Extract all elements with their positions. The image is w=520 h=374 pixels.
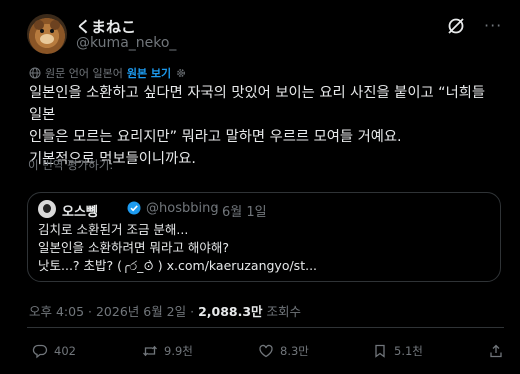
reply-button[interactable]: 402 [32, 343, 76, 359]
bookmark-count: 5.1천 [394, 344, 423, 358]
retweet-icon [143, 345, 157, 357]
quoted-line: 김치로 소환된거 조금 분해... [38, 222, 189, 237]
bookmark-button[interactable]: 5.1천 [372, 343, 423, 359]
rate-translation-link[interactable]: 이 번역 평가하기: [28, 157, 113, 173]
tweet-line: 인들은 모르는 요리지만” 뭐라고 말하면 우르르 모여들 거예요. [29, 129, 402, 145]
like-button[interactable]: 8.3만 [258, 343, 309, 359]
quoted-line: 일본인을 소환하려면 뭐라고 해야해? [38, 240, 230, 255]
tweet-line: 일본인을 소환하고 싶다면 자국의 맛있어 보이는 요리 사진을 붙이고 “너희… [29, 85, 486, 123]
quoted-tweet[interactable]: 오스뼹 @hosbbing · 6월 1일 김치로 소환된거 조금 분해... … [27, 192, 501, 282]
translation-source-note: 원문 언어 일본어 [45, 67, 123, 80]
show-original-link[interactable]: 원본 보기 [127, 65, 171, 81]
avatar-eye-right [50, 29, 54, 33]
meta-separator: · [186, 304, 199, 319]
quoted-author-handle: @hosbbing [146, 201, 219, 216]
author-avatar[interactable] [27, 14, 67, 54]
bookmark-icon [375, 344, 385, 358]
more-icon[interactable]: ··· [484, 16, 504, 36]
tweet-meta: 오후 4:05 · 2026년 6월 2일 · 2,088.3만 조회수 [29, 301, 301, 320]
share-icon [490, 344, 502, 358]
meta-separator: · [84, 304, 96, 319]
divider [27, 327, 504, 328]
author-display-name[interactable]: くまねこ [76, 16, 136, 37]
views-label: 조회수 [266, 304, 302, 319]
tweet-time[interactable]: 오후 4:05 [29, 304, 84, 319]
reply-icon [32, 344, 48, 359]
retweet-count: 9.9천 [164, 344, 193, 358]
globe-icon [29, 67, 41, 79]
quoted-author-name: 오스뼹 [62, 205, 98, 220]
reply-count: 402 [54, 344, 76, 358]
quoted-date: 6월 1일 [222, 205, 267, 220]
quoted-text: 김치로 소환된거 조금 분해... 일본인을 소환하려면 뭐라고 해야해? 낫토… [38, 221, 494, 275]
quoted-line: 낫토...? 초밥? (╭ර_⊙̀ ) x.com/kaeruzangyo/st… [38, 258, 318, 273]
avatar-eye-left [40, 29, 44, 33]
like-count: 8.3만 [280, 344, 309, 358]
action-bar: 402 9.9천 8.3만 5.1천 [32, 343, 504, 363]
gear-icon[interactable] [175, 67, 187, 79]
tweet-header: くまねこ @kuma_neko_ ··· [27, 14, 504, 54]
avatar-snout [40, 34, 54, 44]
retweet-button[interactable]: 9.9천 [142, 343, 193, 359]
views-count: 2,088.3만 [198, 304, 263, 319]
share-button[interactable] [488, 343, 504, 359]
grok-icon[interactable] [446, 16, 466, 36]
translation-bar: 원문 언어 일본어 원본 보기 [29, 65, 187, 81]
quoted-separator: · [214, 201, 219, 216]
verified-badge-icon [127, 201, 141, 215]
author-handle[interactable]: @kuma_neko_ [76, 35, 176, 51]
quoted-author-avatar [38, 200, 56, 218]
heart-icon [259, 344, 273, 358]
tweet-date[interactable]: 2026년 6월 2일 [96, 304, 186, 319]
